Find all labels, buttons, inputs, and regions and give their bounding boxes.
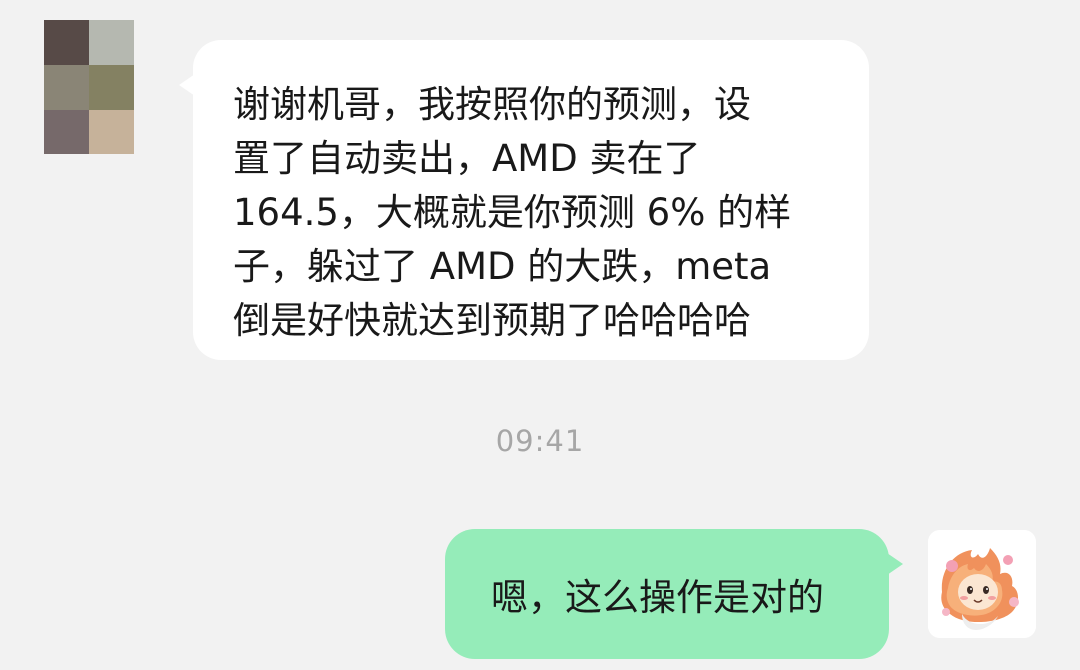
message-line: 子，躲过了 AMD 的大跌，meta — [233, 245, 772, 288]
outgoing-message-bubble[interactable]: 嗯，这么操作是对的 — [445, 529, 903, 659]
message-timestamp: 09:41 — [495, 424, 585, 458]
outgoing-message-text: 嗯，这么操作是对的 — [491, 576, 824, 619]
chat-window: 谢谢机哥，我按照你的预测，设 置了自动卖出，AMD 卖在了 164.5，大概就是… — [0, 0, 1080, 670]
message-line: 谢谢机哥，我按照你的预测，设 — [233, 83, 751, 126]
avatar-pixel — [89, 65, 134, 110]
user-avatar[interactable] — [928, 530, 1036, 638]
message-line: 置了自动卖出，AMD 卖在了 — [233, 137, 701, 180]
avatar-pixel — [89, 110, 134, 154]
message-line: 倒是好快就达到预期了哈哈哈哈 — [233, 299, 751, 342]
avatar-pixel — [44, 65, 89, 110]
sender-avatar[interactable] — [44, 20, 134, 154]
cartoon-cat-avatar-icon — [928, 530, 1036, 638]
message-line: 164.5，大概就是你预测 6% 的样 — [233, 191, 792, 234]
avatar-pixel — [44, 20, 89, 65]
avatar-pixel — [44, 110, 89, 154]
avatar-pixel — [89, 20, 134, 65]
incoming-message-bubble[interactable]: 谢谢机哥，我按照你的预测，设 置了自动卖出，AMD 卖在了 164.5，大概就是… — [179, 40, 869, 360]
